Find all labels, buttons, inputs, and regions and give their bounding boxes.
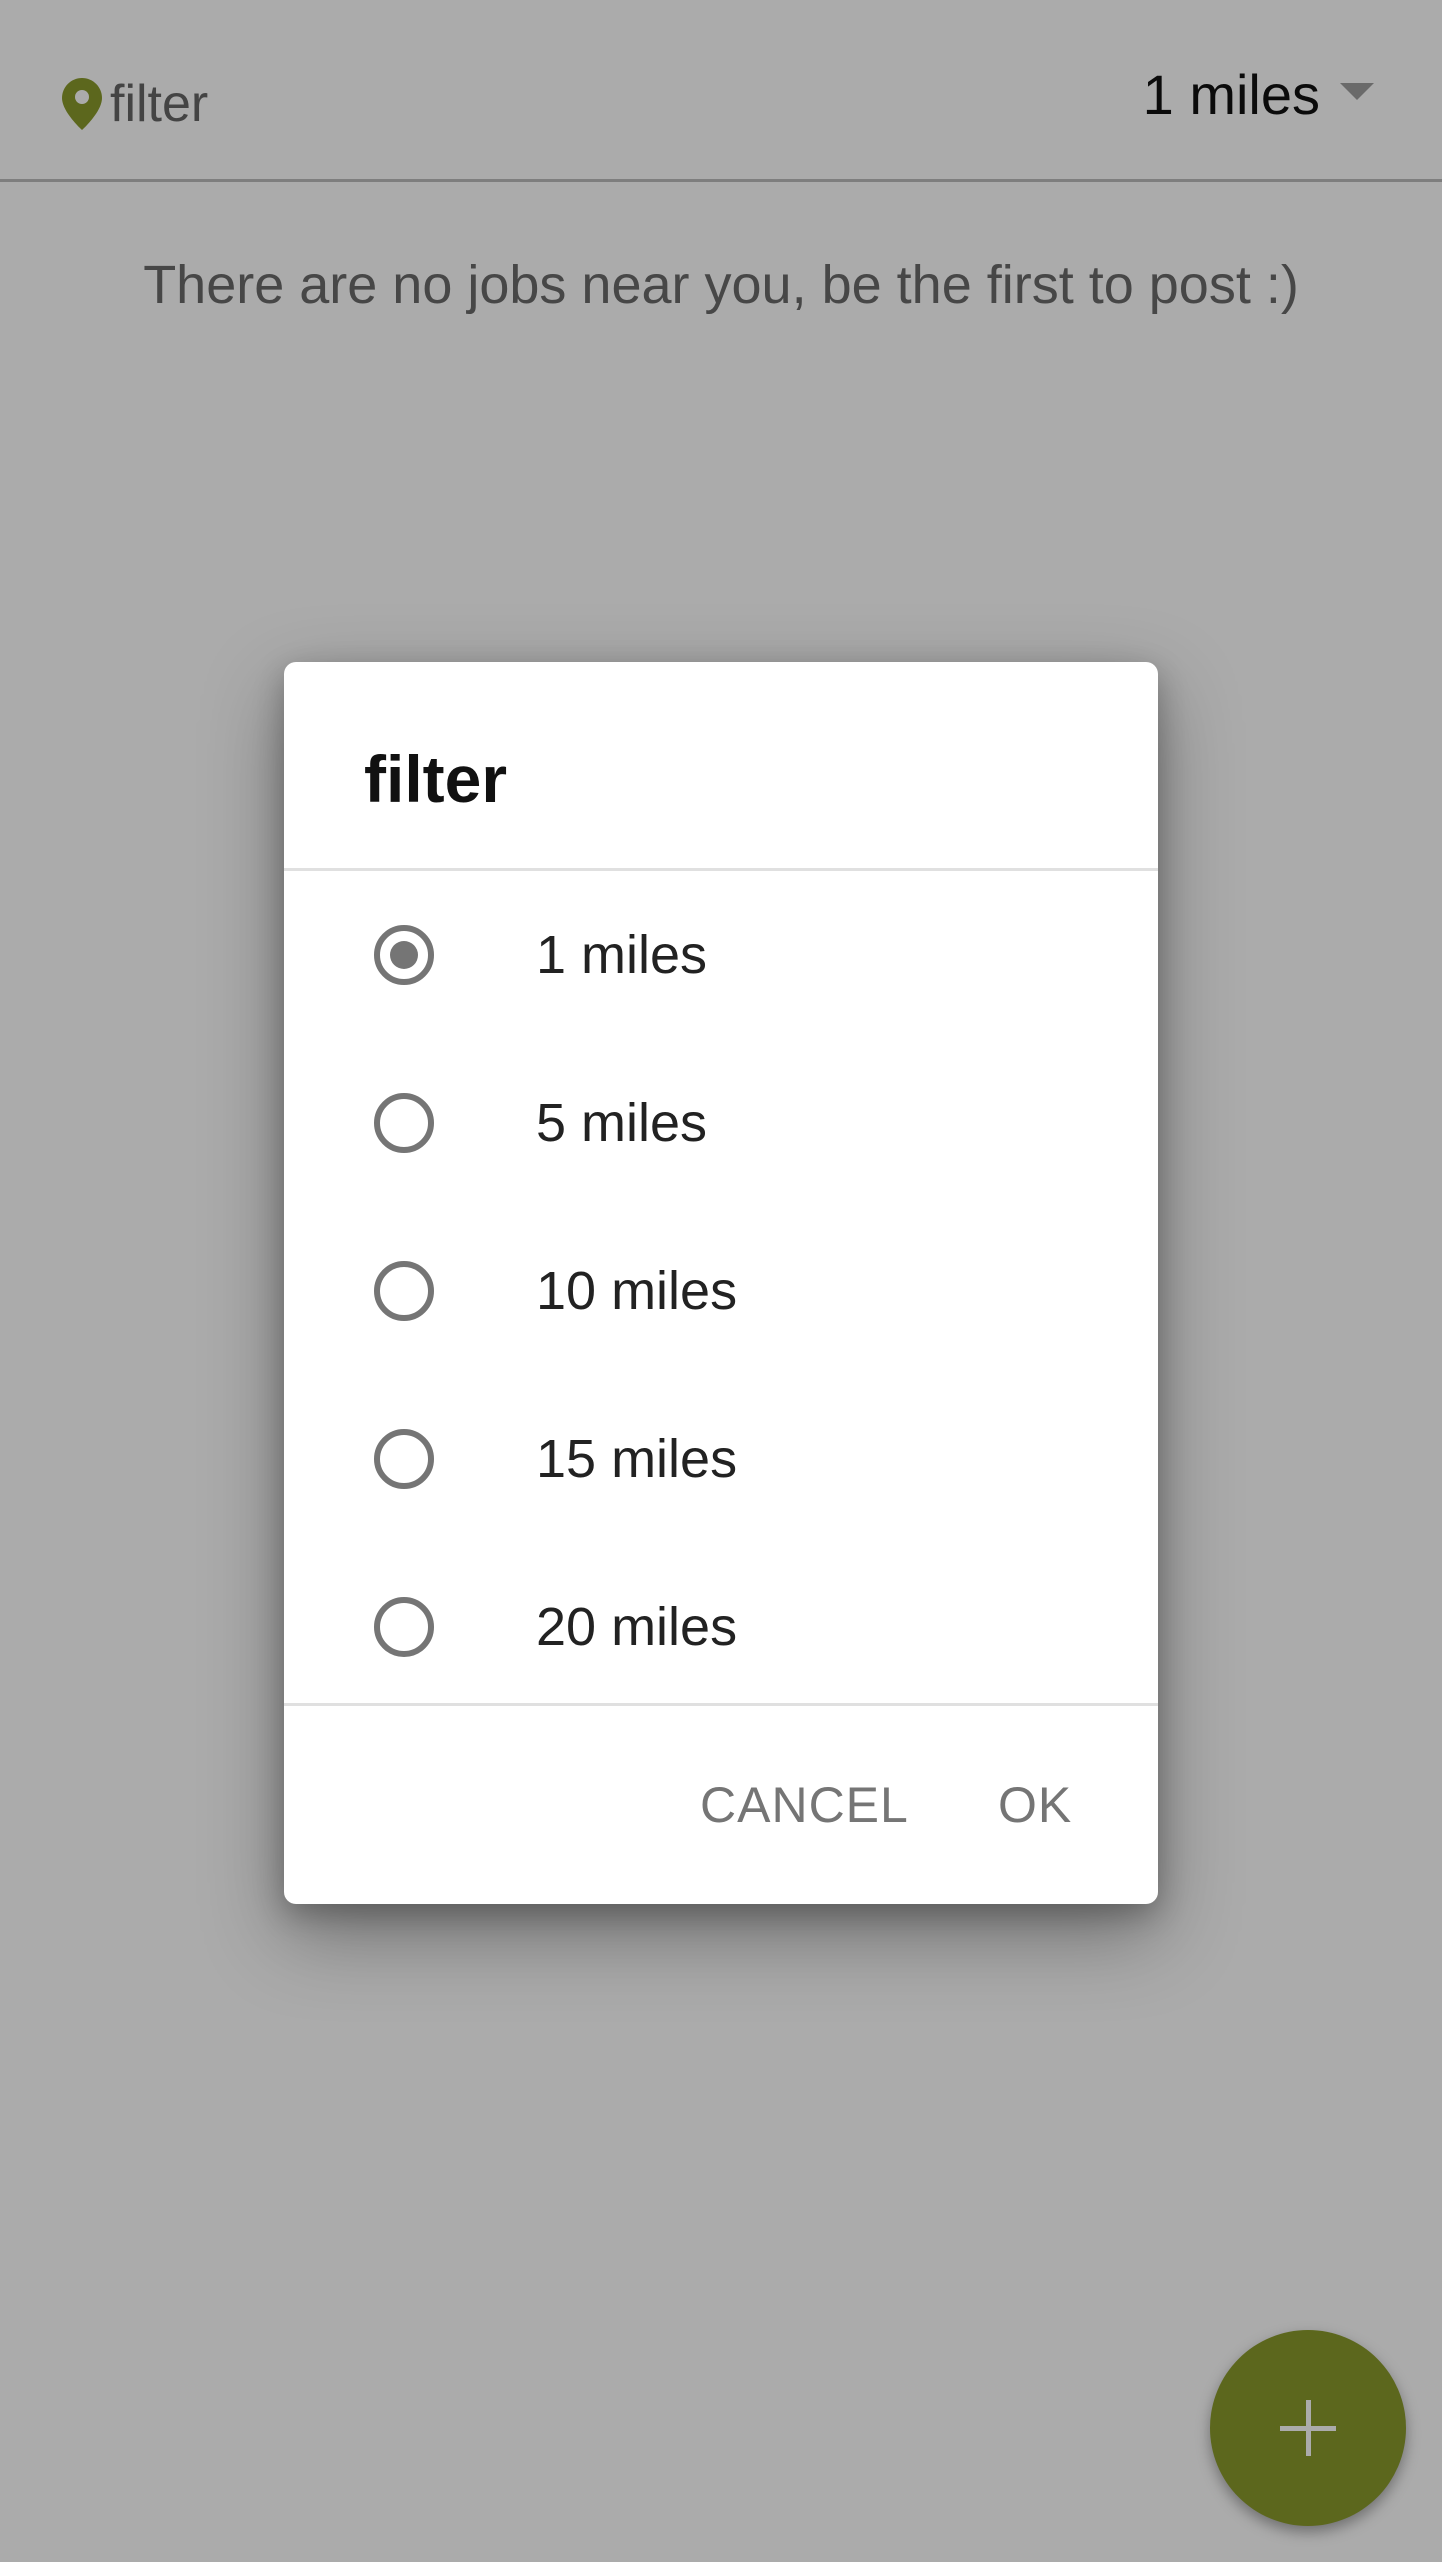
radio-button[interactable] <box>374 1597 434 1657</box>
option-label: 15 miles <box>536 1429 738 1489</box>
distance-options: 1 miles 5 miles 10 miles 15 miles 20 mil… <box>284 871 1158 1711</box>
ok-button[interactable]: OK <box>998 1706 1072 1904</box>
option-label: 5 miles <box>536 1093 708 1153</box>
option-1-miles[interactable]: 1 miles <box>284 871 1158 1039</box>
dialog-title: filter <box>364 742 508 816</box>
radio-button[interactable] <box>374 1093 434 1153</box>
option-5-miles[interactable]: 5 miles <box>284 1039 1158 1207</box>
option-15-miles[interactable]: 15 miles <box>284 1375 1158 1543</box>
cancel-button[interactable]: CANCEL <box>700 1706 909 1904</box>
radio-button-checked[interactable] <box>374 925 434 985</box>
option-label: 1 miles <box>536 925 708 985</box>
option-10-miles[interactable]: 10 miles <box>284 1207 1158 1375</box>
radio-button[interactable] <box>374 1429 434 1489</box>
filter-dialog: filter 1 miles 5 miles 10 miles 15 miles… <box>284 662 1158 1904</box>
radio-button[interactable] <box>374 1261 434 1321</box>
option-20-miles[interactable]: 20 miles <box>284 1543 1158 1711</box>
option-label: 20 miles <box>536 1597 738 1657</box>
option-label: 10 miles <box>536 1261 738 1321</box>
dialog-actions: CANCEL OK <box>284 1706 1158 1904</box>
